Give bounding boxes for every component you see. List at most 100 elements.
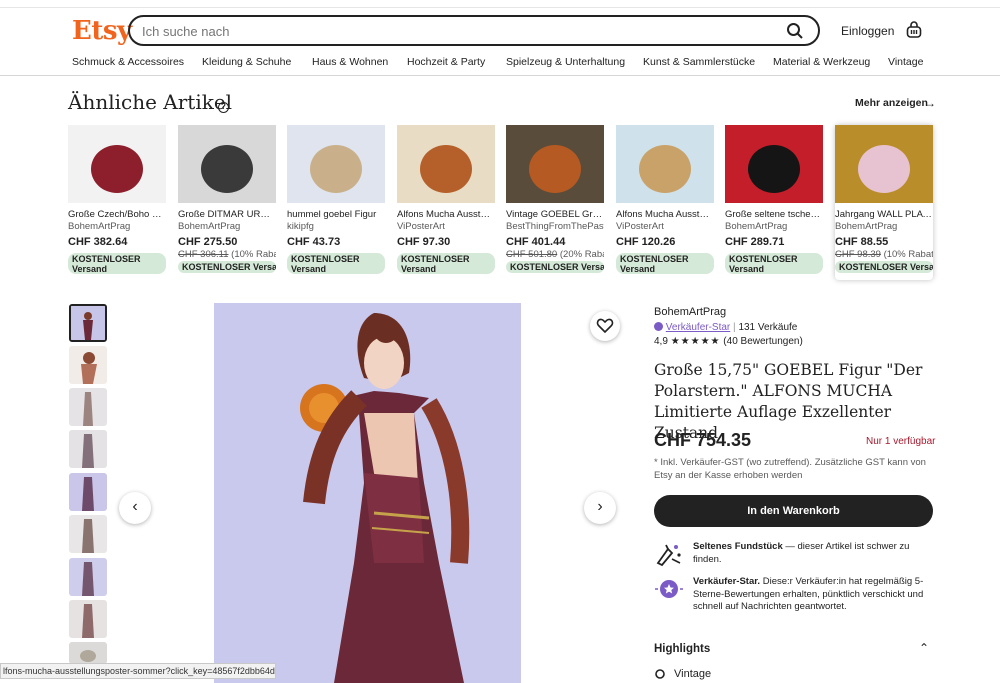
- star-seller-icon: [654, 322, 663, 331]
- similar-item-card[interactable]: Alfons Mucha Ausstellung ViPosterArt CHF 9…: [397, 125, 495, 280]
- free-shipping-badge: KOSTENLOSER Versand: [287, 253, 385, 274]
- similar-item-price: CHF 120.26: [616, 236, 676, 248]
- similar-item-card[interactable]: Große seltene tschechischeBohemArtPrag CH…: [725, 125, 823, 280]
- similar-item-title[interactable]: hummel goebel Figur: [287, 209, 385, 220]
- similar-item-card[interactable]: Große DITMAR URBACH BohemArtPrag CHF 275.5…: [178, 125, 276, 280]
- similar-item-card[interactable]: hummel goebel Figur kikipfg CHF 43.73 KOSTE…: [287, 125, 385, 280]
- add-to-cart-button[interactable]: In den Warenkorb: [654, 495, 933, 527]
- review-count: (40 Bewertungen): [723, 336, 803, 347]
- similar-item-shop: ViPosterArt: [397, 221, 445, 232]
- similar-item-title[interactable]: Große DITMAR URBACH: [178, 209, 276, 220]
- star-seller-badge-icon: [655, 580, 683, 598]
- search-bar[interactable]: [128, 15, 820, 46]
- similar-item-image[interactable]: [725, 125, 823, 203]
- similar-item-title[interactable]: Vintage GOEBEL Große: [506, 209, 604, 220]
- gallery-thumbnail[interactable]: [69, 473, 107, 511]
- star-seller-link[interactable]: Verkäufer-Star: [666, 322, 730, 333]
- free-shipping-badge: KOSTENLOSER Versand: [397, 253, 495, 274]
- similar-item-original-price: CHF 306.11 (10% Rabatt): [178, 249, 276, 260]
- highlight-vintage: Vintage: [674, 668, 712, 680]
- similar-item-image[interactable]: [287, 125, 385, 203]
- gallery-thumbnail[interactable]: [69, 558, 107, 596]
- favorite-button[interactable]: [590, 311, 620, 341]
- similar-item-shop: kikipfg: [287, 221, 314, 232]
- sales-count: 131 Verkäufe: [738, 322, 798, 333]
- similar-item-image[interactable]: [616, 125, 714, 203]
- browser-top-edge: [0, 0, 1000, 8]
- search-input[interactable]: [142, 22, 762, 40]
- rating-value: 4,9: [654, 336, 668, 347]
- similar-item-shop: BohemArtPrag: [725, 221, 788, 232]
- similar-item-image[interactable]: [835, 125, 933, 203]
- chevron-up-icon[interactable]: ⌃: [919, 641, 929, 655]
- similar-item-shop: BohemArtPrag: [68, 221, 131, 232]
- similar-item-title[interactable]: Alfons Mucha Ausstellung: [616, 209, 714, 220]
- similar-item-card[interactable]: Vintage GOEBEL Große BestThingFromThePast…: [506, 125, 604, 280]
- nav-item-supplies[interactable]: Material & Werkzeug: [773, 56, 870, 68]
- free-shipping-badge: KOSTENLOSER Versand: [725, 253, 823, 274]
- arrow-right-icon[interactable]: →: [924, 96, 936, 110]
- similar-item-image[interactable]: [506, 125, 604, 203]
- nav-item-vintage[interactable]: Vintage: [888, 56, 923, 68]
- main-product-image[interactable]: [214, 303, 521, 683]
- gallery-thumbnail[interactable]: [69, 388, 107, 426]
- free-shipping-badge: KOSTENLOSER Versand: [178, 261, 276, 273]
- login-link[interactable]: Einloggen: [841, 24, 894, 38]
- similar-item-shop: ViPosterArt: [616, 221, 664, 232]
- nav-item-clothing[interactable]: Kleidung & Schuhe: [202, 56, 291, 68]
- rare-find-icon: [656, 544, 681, 567]
- similar-item-card[interactable]: Große Czech/Boho Cat BohemArtPrag CHF 382.…: [68, 125, 166, 280]
- heart-icon: [596, 318, 614, 334]
- highlights-heading[interactable]: Highlights: [654, 643, 710, 655]
- gallery-thumbnail[interactable]: [69, 642, 107, 664]
- gallery-thumbnail[interactable]: [69, 346, 107, 384]
- free-shipping-badge: KOSTENLOSER Versand: [68, 253, 166, 274]
- shopping-basket-icon[interactable]: [905, 21, 923, 39]
- similar-item-shop: BestThingFromThePast: [506, 221, 604, 232]
- similar-item-title[interactable]: Alfons Mucha Ausstellung: [397, 209, 495, 220]
- vintage-icon: [655, 669, 665, 679]
- search-icon[interactable]: [786, 22, 804, 40]
- nav-item-art[interactable]: Kunst & Sammlerstücke: [643, 56, 755, 68]
- nav-item-toys[interactable]: Spielzeug & Unterhaltung: [506, 56, 625, 68]
- similar-item-image[interactable]: [397, 125, 495, 203]
- show-more-link[interactable]: Mehr anzeigen: [855, 97, 928, 109]
- star-seller-text: Verkäufer-Star. Diese:r Verkäufer:in hat…: [693, 576, 924, 612]
- rating-row[interactable]: 4,9 ★★★★★ (40 Bewertungen): [654, 336, 803, 347]
- similar-item-card[interactable]: Alfons Mucha Ausstellung ViPosterArt CHF 1…: [616, 125, 714, 280]
- shop-name[interactable]: BohemArtPrag: [654, 306, 726, 318]
- free-shipping-badge: KOSTENLOSER Versand: [835, 261, 933, 273]
- similar-item-shop: BohemArtPrag: [835, 221, 898, 232]
- similar-item-card[interactable]: Jahrgang WALL PLATE BohemArtPrag CHF 88.55…: [835, 125, 933, 280]
- product-price: CHF 754.35: [654, 430, 752, 450]
- gallery-thumbnail[interactable]: [69, 600, 107, 638]
- similar-item-title[interactable]: Jahrgang WALL PLATE: [835, 209, 933, 220]
- similar-item-image[interactable]: [178, 125, 276, 203]
- similar-item-price: CHF 97.30: [397, 236, 451, 248]
- help-icon[interactable]: ?: [218, 102, 229, 113]
- similar-item-price: CHF 88.55: [835, 236, 889, 248]
- free-shipping-badge: KOSTENLOSER Versand: [506, 261, 604, 273]
- similar-item-price: CHF 275.50: [178, 236, 238, 248]
- nav-item-wedding[interactable]: Hochzeit & Party: [407, 56, 485, 68]
- similar-item-title[interactable]: Große seltene tschechische: [725, 209, 823, 220]
- star-seller-row: Verkäufer-Star | 131 Verkäufe: [654, 322, 797, 333]
- etsy-logo[interactable]: Etsy: [72, 16, 132, 46]
- similar-item-original-price: CHF 501.80 (20% Rabatt): [506, 249, 604, 260]
- nav-item-jewelry[interactable]: Schmuck & Accessoires: [72, 56, 184, 68]
- previous-image-button[interactable]: ‹: [119, 492, 151, 524]
- similar-item-image[interactable]: [68, 125, 166, 203]
- similar-item-price: CHF 382.64: [68, 236, 128, 248]
- next-image-button[interactable]: ›: [584, 492, 616, 524]
- gallery-thumbnail[interactable]: [69, 515, 107, 553]
- similar-item-title[interactable]: Große Czech/Boho Cat: [68, 209, 166, 220]
- tax-note: * Inkl. Verkäufer-GST (wo zutreffend). Z…: [654, 457, 926, 481]
- gallery-thumbnail[interactable]: [69, 304, 107, 342]
- nav-item-home[interactable]: Haus & Wohnen: [312, 56, 388, 68]
- gallery-thumbnail[interactable]: [69, 430, 107, 468]
- similar-items-carousel: Große Czech/Boho Cat BohemArtPrag CHF 382.…: [68, 125, 938, 285]
- similar-items-title: Ähnliche Artikel: [68, 90, 233, 114]
- similar-item-price: CHF 401.44: [506, 236, 566, 248]
- rare-find-text: Seltenes Fundstück — dieser Artikel ist …: [693, 541, 910, 565]
- star-rating-icon: ★★★★★: [670, 336, 721, 347]
